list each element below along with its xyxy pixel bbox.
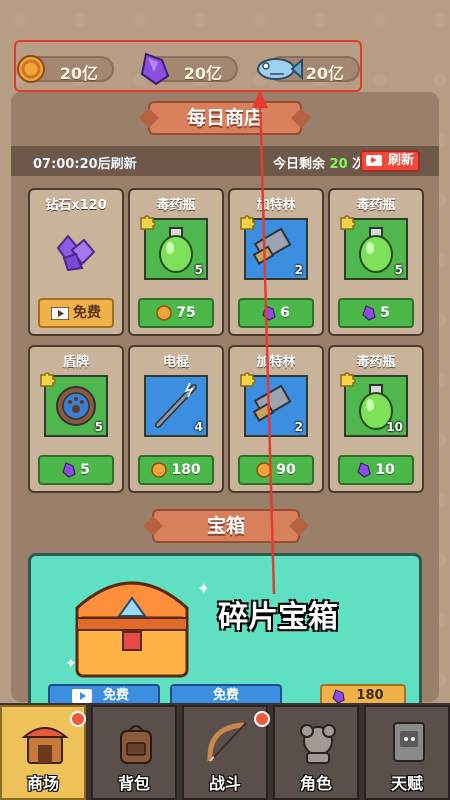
- nav-tab-battle[interactable]: 战斗: [182, 705, 270, 800]
- buy-button[interactable]: 180: [138, 455, 214, 485]
- buy-button[interactable]: 5: [338, 298, 414, 328]
- svg-text:✦: ✦: [197, 579, 207, 598]
- item-title: 电棍: [162, 355, 189, 370]
- annotation-arrow: [252, 90, 276, 595]
- shop-icon: [21, 727, 69, 764]
- currency-highlight-box: [14, 40, 362, 92]
- video-icon: [72, 689, 92, 703]
- gem-icon: [362, 305, 376, 321]
- nav-tab-shop[interactable]: 商场: [0, 705, 86, 800]
- nav-tab-backpack[interactable]: 背包: [91, 705, 177, 800]
- free-claim-button[interactable]: 免费: [38, 298, 114, 328]
- shop-item-card[interactable]: 毒药瓶 5 75: [128, 188, 224, 336]
- item-title: 钻石x120: [45, 198, 107, 213]
- buy-button[interactable]: 5: [38, 455, 114, 485]
- talent-book-icon: [393, 722, 425, 762]
- backpack-icon: [120, 725, 152, 764]
- shop-item-card[interactable]: 毒药瓶 5 5: [328, 188, 424, 336]
- notification-dot: [254, 711, 270, 727]
- shop-item-card[interactable]: 电棍 4 180: [128, 345, 224, 493]
- nav-label: 商场: [26, 774, 59, 793]
- shop-item-card[interactable]: 钻石x120 免费: [28, 188, 124, 336]
- shop-item-card[interactable]: 毒药瓶 10 10: [328, 345, 424, 493]
- gem-icon: [357, 462, 371, 478]
- refresh-button[interactable]: 刷新: [360, 150, 420, 172]
- shop-item-card[interactable]: 盾牌 5 5: [28, 345, 124, 493]
- puzzle-piece-icon: [340, 215, 356, 230]
- coin-icon: [156, 305, 172, 321]
- buy-button[interactable]: 75: [138, 298, 214, 328]
- video-icon: [51, 306, 69, 320]
- nav-tab-talent[interactable]: 天赋: [364, 705, 450, 800]
- puzzle-piece-icon: [340, 372, 356, 387]
- puzzle-piece-icon: [40, 372, 56, 387]
- nav-label: 天赋: [390, 774, 423, 793]
- bow-icon: [207, 722, 247, 762]
- buy-button[interactable]: 10: [338, 455, 414, 485]
- notification-dot: [70, 711, 86, 727]
- svg-text:✦: ✦: [65, 656, 77, 672]
- item-title: 盾牌: [62, 355, 89, 370]
- item-slot: [44, 218, 108, 280]
- item-slot: 4: [144, 375, 208, 437]
- diamond-pile-icon: [56, 234, 96, 272]
- gem-icon: [332, 689, 345, 704]
- refresh-timer: 07:00:20后刷新: [33, 157, 137, 172]
- item-title: 毒药瓶: [356, 355, 396, 370]
- treasure-chest-icon: ✦ ✦: [65, 579, 207, 678]
- nav-tab-character[interactable]: 角色: [273, 705, 359, 800]
- item-title: 毒药瓶: [356, 198, 396, 213]
- nav-label: 战斗: [208, 774, 241, 793]
- coin-icon: [151, 462, 168, 478]
- video-icon: [366, 155, 382, 166]
- gem-icon: [62, 462, 76, 478]
- item-title: 毒药瓶: [156, 198, 196, 213]
- nav-label: 背包: [117, 774, 150, 793]
- puzzle-piece-icon: [140, 215, 156, 230]
- nav-label: 角色: [299, 774, 332, 793]
- character-icon: [300, 724, 336, 764]
